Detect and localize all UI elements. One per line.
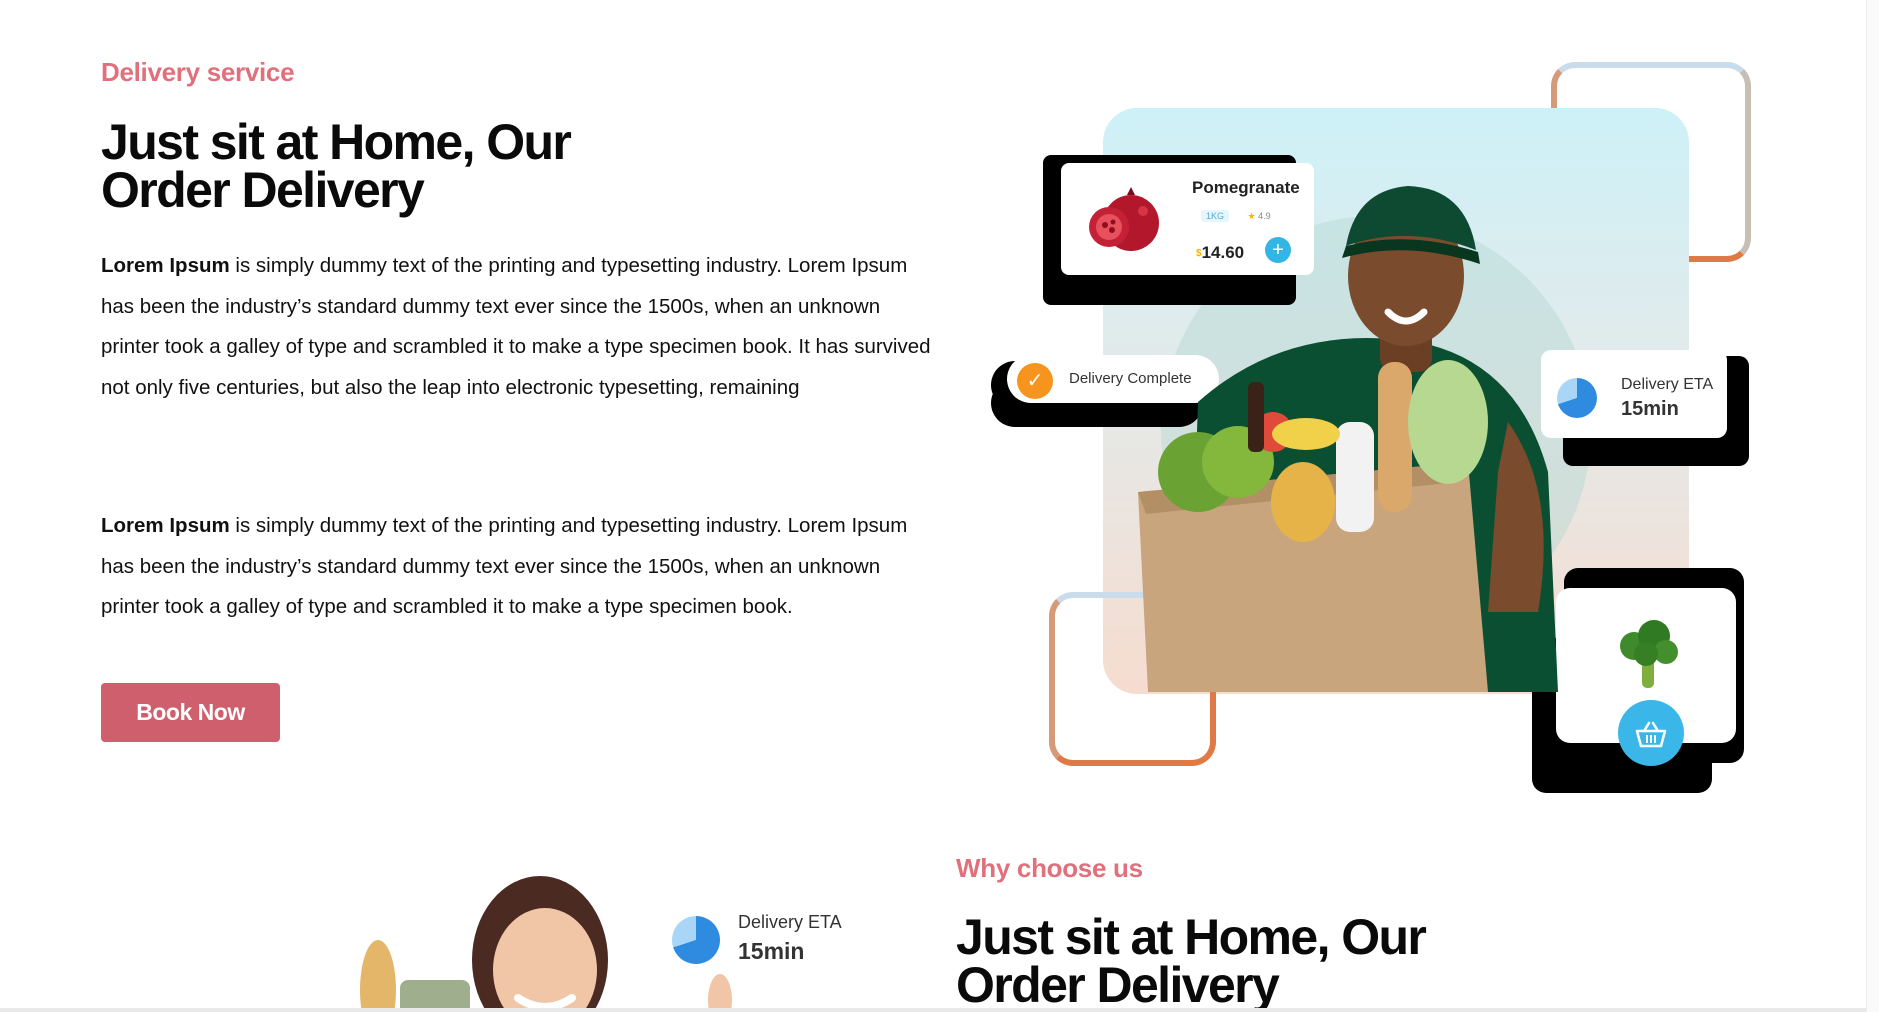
second-section-image: Delivery ETA 15min [340,870,860,1012]
intro-paragraph-2: Lorem Ipsum is simply dummy text of the … [101,506,931,628]
section-heading: Just sit at Home, Our Order Delivery [956,909,1427,1012]
timer-ring-icon [672,916,720,964]
intro-paragraph-1: Lorem Ipsum is simply dummy text of the … [101,246,931,408]
vertical-scrollbar[interactable] [1866,0,1879,1012]
heading-line-2: Order Delivery [101,162,425,218]
eta-value: 15min [738,938,805,964]
heading-line-1: Just sit at Home, Our [956,909,1427,965]
eta-value: 15min [1621,398,1679,420]
book-now-button[interactable]: Book Now [101,683,280,742]
section-heading: Just sit at Home, Our Order Delivery [101,114,572,218]
paragraph-bold-lead: Lorem Ipsum [101,514,230,537]
paragraph-bold-lead: Lorem Ipsum [101,254,230,277]
section-eyebrow: Why choose us [956,853,1143,883]
heading-line-1: Just sit at Home, Our [101,114,572,170]
check-icon: ✓ [1017,363,1053,399]
page-bottom-edge [0,1008,1879,1012]
basket-icon[interactable] [1618,700,1684,766]
page: Delivery service Just sit at Home, Our O… [0,0,1879,1012]
delivery-person-image [1138,186,1558,692]
broccoli-icon [1620,620,1678,688]
eta-label: Delivery ETA [738,912,842,932]
eta-label: Delivery ETA [1621,376,1714,393]
section-eyebrow: Delivery service [101,57,295,87]
heading-line-2: Order Delivery [956,957,1280,1012]
